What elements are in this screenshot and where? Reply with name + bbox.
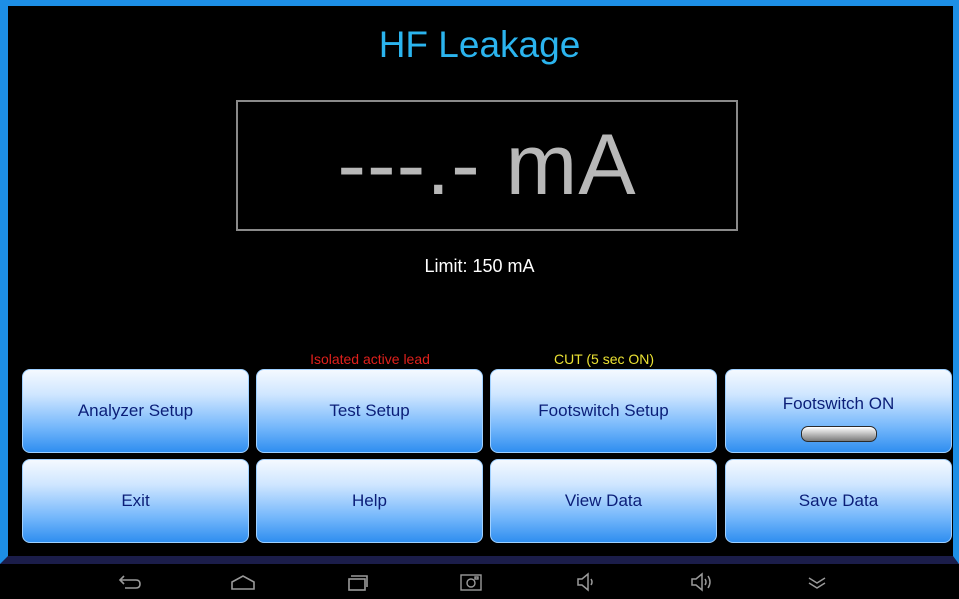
test-setup-button[interactable]: Test Setup	[256, 369, 483, 453]
footswitch-indicator	[800, 426, 877, 442]
home-icon[interactable]	[228, 570, 258, 594]
test-setup-label: Test Setup	[329, 401, 410, 420]
view-data-label: View Data	[564, 491, 643, 510]
screenshot-icon[interactable]	[456, 570, 486, 594]
system-navigation-bar	[0, 564, 959, 599]
volume-up-icon[interactable]	[687, 570, 717, 594]
measurement-value: ---.-	[337, 117, 481, 213]
limit-label: Limit: 150 mA	[424, 256, 535, 276]
analyzer-setup-button[interactable]: Analyzer Setup	[22, 369, 249, 453]
footswitch-setup-label: Footswitch Setup	[538, 401, 669, 420]
exit-label: Exit	[121, 491, 150, 510]
footswitch-label: Footswitch ON	[782, 394, 895, 413]
help-label: Help	[352, 491, 387, 510]
analyzer-setup-label: Analyzer Setup	[77, 401, 194, 420]
cut-mode-status: CUT (5 sec ON)	[553, 351, 655, 367]
lead-mode-status: Isolated active lead	[310, 351, 430, 367]
footswitch-setup-button[interactable]: Footswitch Setup	[490, 369, 717, 453]
help-button[interactable]: Help	[256, 459, 483, 543]
volume-down-icon[interactable]	[572, 570, 602, 594]
collapse-icon[interactable]	[802, 570, 832, 594]
footswitch-button[interactable]: Footswitch ON	[725, 369, 952, 453]
page-title: HF Leakage	[378, 24, 581, 65]
back-icon[interactable]	[115, 570, 145, 594]
measurement-unit: mA	[505, 117, 637, 213]
view-data-button[interactable]: View Data	[490, 459, 717, 543]
measurement-display: ---.- mA	[236, 100, 738, 231]
recent-apps-icon[interactable]	[342, 570, 372, 594]
save-data-label: Save Data	[798, 491, 879, 510]
save-data-button[interactable]: Save Data	[725, 459, 952, 543]
exit-button[interactable]: Exit	[22, 459, 249, 543]
